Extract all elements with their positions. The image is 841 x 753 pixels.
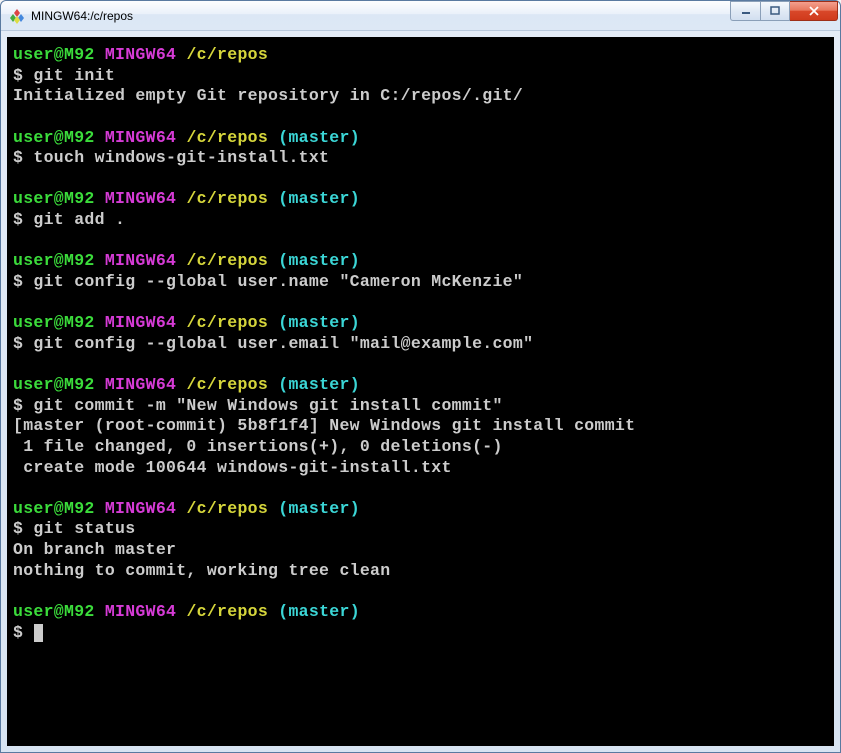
command-line: $ git config --global user.name "Cameron… [13, 272, 828, 293]
titlebar[interactable]: MINGW64:/c/repos [1, 1, 840, 31]
prompt-path: /c/repos [186, 499, 268, 518]
prompt-line: user@M92 MINGW64 /c/repos (master) [13, 375, 828, 396]
maximize-button[interactable] [760, 1, 790, 21]
window-title: MINGW64:/c/repos [31, 9, 730, 23]
close-icon [808, 6, 820, 16]
prompt-user: user@M92 [13, 375, 95, 394]
prompt-host: MINGW64 [105, 313, 176, 332]
prompt-branch: (master) [278, 313, 360, 332]
prompt-symbol: $ [13, 210, 33, 229]
prompt-symbol: $ [13, 272, 33, 291]
blank-line [13, 581, 828, 602]
command-line: $ [13, 623, 828, 644]
command-text: git config --global user.name "Cameron M… [33, 272, 523, 291]
output-line: 1 file changed, 0 insertions(+), 0 delet… [13, 437, 828, 458]
output-line: On branch master [13, 540, 828, 561]
prompt-symbol: $ [13, 519, 33, 538]
prompt-path: /c/repos [186, 375, 268, 394]
prompt-host: MINGW64 [105, 45, 176, 64]
prompt-host: MINGW64 [105, 128, 176, 147]
prompt-user: user@M92 [13, 251, 95, 270]
prompt-symbol: $ [13, 396, 33, 415]
blank-line [13, 354, 828, 375]
prompt-branch: (master) [278, 602, 360, 621]
cursor [34, 624, 43, 642]
prompt-host: MINGW64 [105, 189, 176, 208]
command-line: $ touch windows-git-install.txt [13, 148, 828, 169]
command-text: git status [33, 519, 135, 538]
prompt-host: MINGW64 [105, 251, 176, 270]
prompt-host: MINGW64 [105, 499, 176, 518]
prompt-path: /c/repos [186, 45, 268, 64]
terminal-area[interactable]: user@M92 MINGW64 /c/repos$ git initIniti… [7, 37, 834, 746]
prompt-branch: (master) [278, 251, 360, 270]
prompt-path: /c/repos [186, 189, 268, 208]
prompt-branch: (master) [278, 375, 360, 394]
prompt-user: user@M92 [13, 313, 95, 332]
command-text: git commit -m "New Windows git install c… [33, 396, 502, 415]
app-icon [9, 8, 25, 24]
prompt-line: user@M92 MINGW64 /c/repos (master) [13, 499, 828, 520]
command-text: git config --global user.email "mail@exa… [33, 334, 533, 353]
command-line: $ git add . [13, 210, 828, 231]
prompt-line: user@M92 MINGW64 /c/repos (master) [13, 251, 828, 272]
prompt-path: /c/repos [186, 251, 268, 270]
maximize-icon [770, 6, 780, 16]
prompt-symbol: $ [13, 66, 33, 85]
command-line: $ git init [13, 66, 828, 87]
terminal-frame: user@M92 MINGW64 /c/repos$ git initIniti… [1, 31, 840, 752]
blank-line [13, 107, 828, 128]
prompt-symbol: $ [13, 334, 33, 353]
prompt-line: user@M92 MINGW64 /c/repos [13, 45, 828, 66]
prompt-line: user@M92 MINGW64 /c/repos (master) [13, 313, 828, 334]
prompt-path: /c/repos [186, 313, 268, 332]
prompt-path: /c/repos [186, 602, 268, 621]
prompt-user: user@M92 [13, 45, 95, 64]
prompt-user: user@M92 [13, 189, 95, 208]
terminal-window: MINGW64:/c/repos user@M92 MINGW64 /c/rep [0, 0, 841, 753]
prompt-user: user@M92 [13, 602, 95, 621]
prompt-branch: (master) [278, 128, 360, 147]
output-line: nothing to commit, working tree clean [13, 561, 828, 582]
command-text: git add . [33, 210, 125, 229]
prompt-host: MINGW64 [105, 375, 176, 394]
prompt-branch: (master) [278, 499, 360, 518]
prompt-host: MINGW64 [105, 602, 176, 621]
minimize-button[interactable] [730, 1, 760, 21]
window-controls [730, 1, 838, 30]
blank-line [13, 169, 828, 190]
output-line: create mode 100644 windows-git-install.t… [13, 458, 828, 479]
prompt-branch: (master) [278, 189, 360, 208]
command-line: $ git config --global user.email "mail@e… [13, 334, 828, 355]
command-text: touch windows-git-install.txt [33, 148, 329, 167]
blank-line [13, 478, 828, 499]
prompt-path: /c/repos [186, 128, 268, 147]
prompt-line: user@M92 MINGW64 /c/repos (master) [13, 128, 828, 149]
blank-line [13, 293, 828, 314]
command-line: $ git commit -m "New Windows git install… [13, 396, 828, 417]
prompt-symbol: $ [13, 623, 33, 642]
close-button[interactable] [790, 1, 838, 21]
output-line: [master (root-commit) 5b8f1f4] New Windo… [13, 416, 828, 437]
prompt-line: user@M92 MINGW64 /c/repos (master) [13, 602, 828, 623]
blank-line [13, 231, 828, 252]
minimize-icon [741, 6, 751, 16]
prompt-line: user@M92 MINGW64 /c/repos (master) [13, 189, 828, 210]
prompt-user: user@M92 [13, 128, 95, 147]
command-text: git init [33, 66, 115, 85]
prompt-symbol: $ [13, 148, 33, 167]
output-line: Initialized empty Git repository in C:/r… [13, 86, 828, 107]
command-line: $ git status [13, 519, 828, 540]
prompt-user: user@M92 [13, 499, 95, 518]
